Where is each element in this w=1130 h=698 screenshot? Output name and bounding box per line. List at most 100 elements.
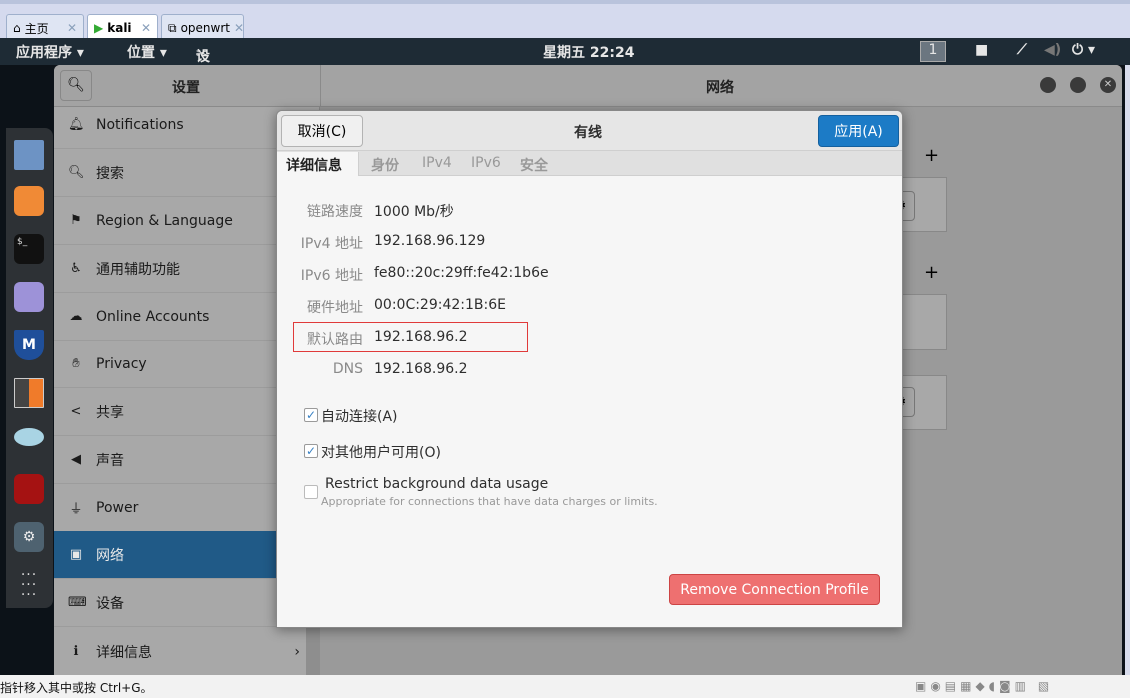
restrict-data-label: Restrict background data usage	[325, 476, 549, 492]
volume-icon[interactable]: ◀)	[1044, 42, 1061, 58]
key: IPv4 地址	[300, 236, 363, 252]
detail-row-dns: DNS 192.168.96.2	[277, 361, 904, 385]
label: Notifications	[96, 116, 184, 133]
metasploit-icon[interactable]: M	[14, 330, 44, 360]
vm-tab-bar: ⌂ 主页 ✕ ▶ kali ✕ ⧉ openwrt ✕	[0, 0, 1130, 41]
tab-label: kali	[107, 21, 132, 35]
label: 详细信息	[96, 644, 152, 661]
dialog-header: 取消(C) 有线 应用(A)	[277, 111, 902, 151]
share-icon: <	[70, 404, 82, 419]
add-icon[interactable]: +	[924, 145, 939, 166]
label: 网络	[96, 547, 124, 564]
detail-row-mac: 硬件地址 00:0C:29:42:1B:6E	[277, 297, 904, 321]
value: 192.168.96.2	[374, 329, 468, 345]
network-wired-icon[interactable]: ⟋	[1017, 42, 1027, 58]
search-icon: 🔍︎	[68, 165, 85, 180]
vm-tab-openwrt[interactable]: ⧉ openwrt ✕	[161, 14, 244, 41]
label: 搜索	[96, 165, 124, 182]
all-users-checkbox[interactable]: ✓	[304, 444, 318, 458]
tab-identity[interactable]: 身份	[371, 155, 399, 175]
status-bar: 指针移入其中或按 Ctrl+G。 ▣◉▤▦◆◖◙▥ ▧	[0, 675, 1130, 698]
tab-ipv4[interactable]: IPv4	[422, 155, 452, 171]
detail-row-ipv4: IPv4 地址 192.168.96.129	[277, 233, 904, 257]
cherrytree-icon[interactable]	[14, 474, 44, 504]
tab-security[interactable]: 安全	[520, 155, 548, 175]
search-button[interactable]: 🔍︎	[60, 70, 92, 101]
key: DNS	[332, 361, 363, 377]
power-icon[interactable]: ⏻ ▾	[1072, 42, 1095, 58]
detail-row-link-speed: 链路速度 1000 Mb/秒	[277, 201, 904, 225]
label: Online Accounts	[96, 308, 210, 325]
hand-icon: ✋︎	[72, 356, 80, 371]
close-icon[interactable]: ✕	[67, 21, 77, 35]
vm-icon: ⧉	[168, 20, 177, 35]
label: 设备	[96, 595, 124, 612]
restrict-data-checkbox[interactable]	[304, 485, 318, 499]
panel-title: 网络	[706, 80, 734, 96]
chevron-right-icon: ›	[294, 643, 300, 660]
vm-tab-home[interactable]: ⌂ 主页 ✕	[6, 14, 84, 41]
flag-icon: ⚑	[70, 213, 82, 228]
applications-menu[interactable]: 应用程序 ▾	[16, 42, 84, 62]
vm-tab-kali[interactable]: ▶ kali ✕	[87, 14, 158, 41]
terminal-icon[interactable]: $_	[14, 234, 44, 264]
detail-row-ipv6: IPv6 地址 fe80::20c:29ff:fe42:1b6e	[277, 265, 904, 289]
cloud-icon: ☁	[69, 309, 83, 324]
cancel-button[interactable]: 取消(C)	[281, 115, 363, 147]
dock: $_ M ⚙ ··· ··· ···	[6, 128, 53, 608]
value: 00:0C:29:42:1B:6E	[374, 297, 506, 313]
status-text: 指针移入其中或按 Ctrl+G。	[0, 681, 153, 695]
tab-label: 主页	[24, 21, 49, 36]
sidebar-item-network[interactable]: ▣ 网络	[54, 531, 276, 579]
tab-label: openwrt	[180, 21, 230, 35]
add-icon[interactable]: +	[924, 262, 939, 283]
home-icon: ⌂	[13, 21, 21, 35]
key: 硬件地址	[307, 300, 363, 316]
dialog-title: 有线	[574, 125, 602, 141]
sidebar-title: 设置	[172, 80, 200, 96]
detail-row-default-route: 默认路由 192.168.96.2	[277, 329, 904, 353]
accessibility-icon: ♿︎	[70, 261, 82, 276]
vm-running-icon: ▶	[94, 21, 104, 35]
workspace-indicator[interactable]: 1	[920, 41, 946, 62]
info-icon: ℹ	[73, 644, 79, 659]
sidebar-item-details[interactable]: ℹ 详细信息 ›	[54, 628, 320, 675]
tab-ipv6[interactable]: IPv6	[471, 155, 501, 171]
burpsuite-icon[interactable]	[14, 378, 44, 408]
firefox-icon[interactable]	[14, 186, 44, 216]
label: Region & Language	[96, 212, 233, 229]
auto-connect-checkbox[interactable]: ✓	[304, 408, 318, 422]
value: fe80::20c:29ff:fe42:1b6e	[374, 265, 549, 281]
tab-bar: 详细信息 身份 IPv4 IPv6 安全	[277, 151, 902, 176]
app-grid-icon[interactable]: ··· ··· ···	[14, 568, 44, 602]
label: Power	[96, 499, 139, 516]
text-editor-icon[interactable]	[14, 282, 44, 312]
tab-details[interactable]: 详细信息	[277, 152, 359, 176]
close-button[interactable]: ✕	[1100, 77, 1116, 93]
device-tray-icons[interactable]: ▣◉▤▦◆◖◙▥ ▧	[915, 679, 1053, 693]
restrict-data-description: Appropriate for connections that have da…	[321, 495, 658, 508]
power-plug-icon: ⏚	[69, 502, 83, 517]
bell-icon: 🔔︎	[68, 117, 85, 132]
files-icon[interactable]	[14, 140, 44, 170]
places-menu[interactable]: 位置 ▾	[127, 42, 167, 62]
close-icon[interactable]: ✕	[141, 21, 151, 35]
label: 共享	[96, 404, 124, 421]
devices-icon: ⌨	[68, 595, 87, 610]
label: 通用辅助功能	[96, 261, 180, 278]
camera-icon[interactable]: ■	[975, 42, 988, 58]
eye-icon[interactable]	[14, 428, 44, 446]
value: 192.168.96.129	[374, 233, 486, 249]
value: 192.168.96.2	[374, 361, 468, 377]
minimize-button[interactable]	[1040, 77, 1056, 93]
maximize-button[interactable]	[1070, 77, 1086, 93]
speaker-icon: ◀	[71, 452, 81, 467]
settings-app-icon[interactable]: ⚙	[14, 522, 44, 552]
close-icon[interactable]: ✕	[234, 21, 244, 35]
auto-connect-label: 自动连接(A)	[321, 409, 398, 425]
apply-button[interactable]: 应用(A)	[818, 115, 899, 147]
remove-connection-profile-button[interactable]: Remove Connection Profile	[669, 574, 880, 605]
clock[interactable]: 星期五 22:24	[543, 42, 634, 62]
search-icon: 🔍︎	[67, 77, 85, 93]
key: 链路速度	[307, 204, 363, 220]
